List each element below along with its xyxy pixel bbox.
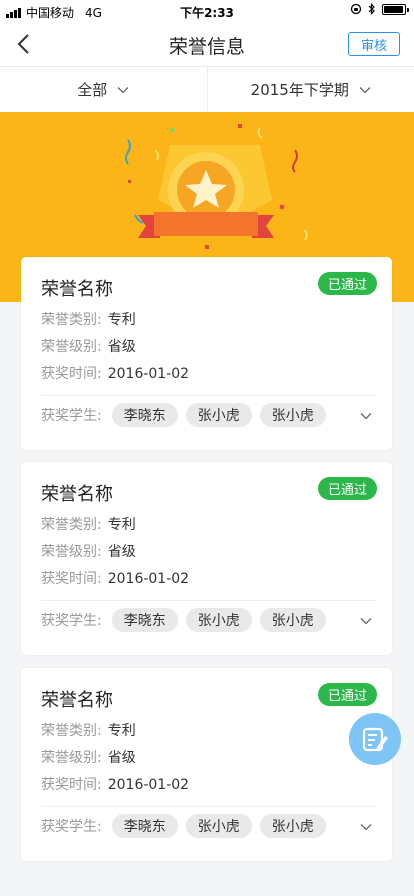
date-row: 获奖时间: 2016-01-02 — [41, 774, 189, 794]
date-row: 获奖时间: 2016-01-02 — [41, 568, 189, 588]
nav-bar: 荣誉信息 审核 — [0, 22, 414, 66]
level-value: 省级 — [107, 339, 136, 355]
category-value: 专利 — [107, 723, 136, 739]
date-label: 获奖时间: — [41, 571, 102, 587]
audit-button[interactable]: 审核 — [348, 32, 400, 56]
honor-card[interactable]: 荣誉名称 已通过 荣誉类别: 专利 荣誉级别: 省级 获奖时间: 2016-01-02… — [21, 257, 392, 450]
student-chip: 张小虎 — [185, 608, 252, 632]
honor-title: 荣誉名称 — [41, 484, 113, 505]
level-label: 荣誉级别: — [41, 750, 102, 766]
honor-title: 荣誉名称 — [41, 690, 113, 711]
level-label: 荣誉级别: — [41, 339, 102, 355]
student-chip: 张小虎 — [259, 608, 326, 632]
semester-filter[interactable]: 2015年下学期 — [206, 67, 414, 112]
student-chip: 李晓东 — [111, 608, 178, 632]
student-chip: 张小虎 — [185, 814, 252, 838]
date-value: 2016-01-02 — [107, 777, 190, 793]
category-filter[interactable]: 全部 — [0, 67, 207, 112]
student-chip: 张小虎 — [259, 403, 326, 427]
status-badge: 已通过 — [317, 683, 377, 706]
status-badge: 已通过 — [317, 477, 377, 500]
chevron-down-icon[interactable] — [360, 412, 372, 420]
bluetooth-icon — [368, 3, 375, 15]
battery-icon — [382, 3, 409, 15]
status-bar: 中国移动 4G 下午2:33 — [0, 0, 414, 22]
students-label: 获奖学生: — [41, 819, 102, 835]
honor-title: 荣誉名称 — [41, 279, 113, 300]
student-chip: 张小虎 — [185, 403, 252, 427]
divider — [41, 806, 377, 807]
category-label: 荣誉类别: — [41, 312, 102, 328]
category-label: 荣誉类别: — [41, 517, 102, 533]
chevron-down-icon[interactable] — [360, 823, 372, 831]
level-value: 省级 — [107, 750, 136, 766]
category-value: 专利 — [107, 312, 136, 328]
students-row: 获奖学生: 李晓东 张小虎 张小虎 — [41, 403, 334, 427]
category-row: 荣誉类别: 专利 — [41, 720, 136, 740]
honor-card[interactable]: 荣誉名称 已通过 荣誉类别: 专利 荣誉级别: 省级 获奖时间: 2016-01-02… — [21, 462, 392, 655]
honor-card[interactable]: 荣誉名称 已通过 荣誉类别: 专利 荣誉级别: 省级 获奖时间: 2016-01-02… — [21, 668, 392, 861]
status-right — [350, 3, 409, 15]
edit-fab-button[interactable] — [349, 713, 401, 765]
level-row: 荣誉级别: 省级 — [41, 541, 136, 561]
medal-star-icon — [125, 124, 308, 249]
chevron-down-icon — [117, 86, 129, 93]
chevron-left-icon[interactable] — [12, 30, 38, 58]
divider — [41, 600, 377, 601]
category-value: 专利 — [107, 517, 136, 533]
category-row: 荣誉类别: 专利 — [41, 309, 136, 329]
category-label: 荣誉类别: — [41, 723, 102, 739]
students-row: 获奖学生: 李晓东 张小虎 张小虎 — [41, 814, 334, 838]
date-row: 获奖时间: 2016-01-02 — [41, 363, 189, 383]
level-label: 荣誉级别: — [41, 544, 102, 560]
status-badge: 已通过 — [317, 272, 377, 295]
rotation-lock-icon — [350, 3, 362, 15]
date-value: 2016-01-02 — [107, 366, 190, 382]
student-chip: 李晓东 — [111, 814, 178, 838]
level-row: 荣誉级别: 省级 — [41, 747, 136, 767]
chevron-down-icon — [359, 86, 371, 93]
students-row: 获奖学生: 李晓东 张小虎 张小虎 — [41, 608, 334, 632]
semester-filter-label: 2015年下学期 — [250, 81, 349, 99]
date-label: 获奖时间: — [41, 777, 102, 793]
edit-note-icon — [362, 727, 388, 752]
student-chip: 李晓东 — [111, 403, 178, 427]
category-row: 荣誉类别: 专利 — [41, 514, 136, 534]
divider — [41, 395, 377, 396]
chevron-down-icon[interactable] — [360, 617, 372, 625]
level-row: 荣誉级别: 省级 — [41, 336, 136, 356]
students-label: 获奖学生: — [41, 613, 102, 629]
students-label: 获奖学生: — [41, 408, 102, 424]
date-value: 2016-01-02 — [107, 571, 190, 587]
date-label: 获奖时间: — [41, 366, 102, 382]
level-value: 省级 — [107, 544, 136, 560]
student-chip: 张小虎 — [259, 814, 326, 838]
filter-bar: 全部 2015年下学期 — [0, 66, 414, 112]
category-filter-label: 全部 — [77, 81, 108, 99]
